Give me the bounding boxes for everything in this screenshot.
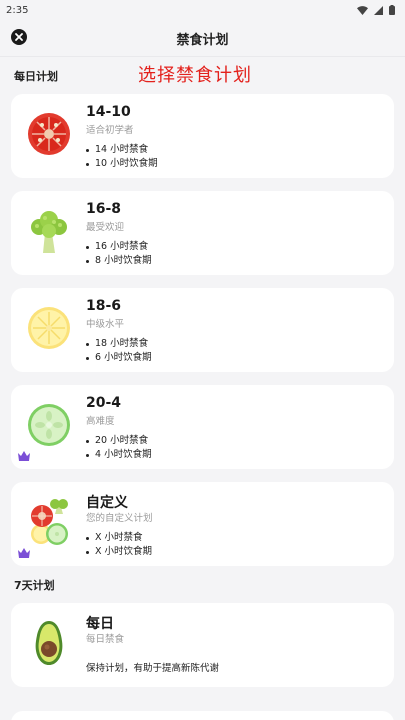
plan-bullets: 14 小时禁食 10 小时饮食期	[86, 143, 158, 171]
plan-card-20-4[interactable]: 20-4 高难度 20 小时禁食 4 小时饮食期	[11, 385, 394, 469]
plan-bullets: X 小时禁食 X 小时饮食期	[86, 531, 152, 559]
plan-subtitle: 每日禁食	[86, 634, 125, 645]
broccoli-icon	[25, 207, 73, 255]
plan-card-daily[interactable]: 每日 每日禁食 保持计划，有助于提高新陈代谢	[11, 603, 394, 687]
bullet-eating: 4 小时饮食期	[86, 448, 152, 462]
bullet-eating: 10 小时饮食期	[86, 157, 158, 171]
bullet-fasting: 18 小时禁食	[86, 337, 152, 351]
section-title-seven-day: 7天计划	[14, 579, 55, 592]
crown-icon	[18, 548, 30, 558]
crown-icon	[18, 451, 30, 461]
wifi-icon	[357, 5, 368, 15]
lemon-icon	[25, 304, 73, 352]
plan-name: 16-8	[86, 201, 122, 217]
plan-card-14-10[interactable]: 14-10 适合初学者 14 小时禁食 10 小时饮食期	[11, 94, 394, 178]
annotation-label: 选择禁食计划	[138, 65, 252, 86]
plan-name: 20-4	[86, 395, 122, 411]
battery-icon	[389, 5, 395, 15]
plan-description: 保持计划，有助于提高新陈代谢	[86, 663, 220, 674]
plan-subtitle: 最受欢迎	[86, 222, 125, 233]
plan-bullets: 16 小时禁食 8 小时饮食期	[86, 240, 152, 268]
plan-bullets: 20 小时禁食 4 小时饮食期	[86, 434, 152, 462]
close-button[interactable]	[11, 29, 27, 45]
page-title: 禁食计划	[176, 32, 229, 48]
bullet-fasting: X 小时禁食	[86, 531, 152, 545]
bullet-eating: 6 小时饮食期	[86, 351, 152, 365]
bullet-fasting: 14 小时禁食	[86, 143, 158, 157]
status-icons	[357, 5, 395, 15]
plan-name: 自定义	[86, 495, 128, 511]
bullet-fasting: 16 小时禁食	[86, 240, 152, 254]
close-icon	[15, 33, 23, 41]
cucumber-icon	[25, 401, 73, 449]
tomato-icon	[25, 110, 73, 158]
signal-icon	[374, 5, 383, 15]
status-bar: 2:35	[0, 0, 405, 20]
status-time: 2:35	[6, 4, 29, 16]
daily-section-header: 每日计划 选择禁食计划	[0, 57, 405, 95]
plan-card-next-partial[interactable]	[11, 711, 394, 720]
plan-card-18-6[interactable]: 18-6 中级水平 18 小时禁食 6 小时饮食期	[11, 288, 394, 372]
avocado-icon	[25, 619, 73, 667]
mixed-food-icon	[25, 498, 73, 546]
bullet-eating: 8 小时饮食期	[86, 254, 152, 268]
plan-subtitle: 中级水平	[86, 319, 125, 330]
plan-subtitle: 您的自定义计划	[86, 513, 153, 524]
plan-subtitle: 适合初学者	[86, 125, 134, 136]
plan-card-custom[interactable]: 自定义 您的自定义计划 X 小时禁食 X 小时饮食期	[11, 482, 394, 566]
bullet-fasting: 20 小时禁食	[86, 434, 152, 448]
section-title-daily: 每日计划	[14, 70, 58, 83]
plan-card-16-8[interactable]: 16-8 最受欢迎 16 小时禁食 8 小时饮食期	[11, 191, 394, 275]
plan-subtitle: 高难度	[86, 416, 115, 427]
plan-bullets: 18 小时禁食 6 小时饮食期	[86, 337, 152, 365]
plan-name: 18-6	[86, 298, 122, 314]
app-header: 禁食计划	[0, 20, 405, 56]
plan-name: 14-10	[86, 104, 131, 120]
plan-name: 每日	[86, 616, 114, 632]
bullet-eating: X 小时饮食期	[86, 545, 152, 559]
seven-day-section-header: 7天计划	[0, 566, 405, 604]
